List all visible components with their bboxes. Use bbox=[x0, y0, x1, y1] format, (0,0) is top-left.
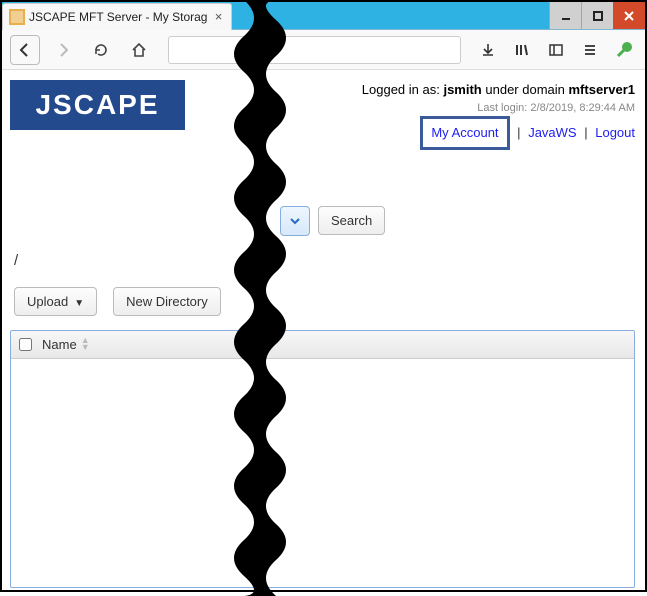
caret-down-icon: ▼ bbox=[74, 298, 84, 309]
nav-back-button[interactable] bbox=[10, 35, 40, 65]
my-account-highlight: My Account bbox=[420, 116, 509, 150]
search-row: Search bbox=[10, 206, 635, 236]
breadcrumb: / bbox=[10, 252, 635, 269]
logo: JSCAPE bbox=[10, 80, 185, 130]
table-header: Name ▲▼ bbox=[11, 331, 634, 359]
sidebar-icon[interactable] bbox=[543, 37, 569, 63]
column-header-name-label: Name bbox=[42, 337, 77, 352]
window-close-button[interactable] bbox=[613, 2, 645, 29]
window-controls bbox=[549, 2, 645, 29]
file-table: Name ▲▼ bbox=[10, 330, 635, 588]
last-login-value: 2/8/2019, 8:29:44 AM bbox=[530, 102, 635, 114]
tab-favicon bbox=[9, 9, 25, 25]
login-user: jsmith bbox=[443, 82, 481, 97]
nav-home-button[interactable] bbox=[124, 35, 154, 65]
search-dropdown[interactable] bbox=[280, 206, 310, 236]
separator: | bbox=[517, 125, 520, 140]
login-domain: mftserver1 bbox=[569, 82, 636, 97]
search-button[interactable]: Search bbox=[318, 206, 385, 235]
search-button-label: Search bbox=[331, 213, 372, 228]
login-prefix: Logged in as: bbox=[362, 82, 444, 97]
select-all-checkbox[interactable] bbox=[19, 338, 32, 351]
nav-reload-button[interactable] bbox=[86, 35, 116, 65]
tab-close-icon[interactable]: × bbox=[211, 10, 225, 24]
tab-title: JSCAPE MFT Server - My Storag bbox=[29, 10, 207, 24]
new-directory-button[interactable]: New Directory bbox=[113, 287, 221, 316]
logo-text: JSCAPE bbox=[35, 89, 159, 121]
new-directory-button-label: New Directory bbox=[126, 294, 208, 309]
sort-icon: ▲▼ bbox=[81, 337, 90, 351]
login-middle: under domain bbox=[482, 82, 569, 97]
separator: | bbox=[584, 125, 587, 140]
url-bar[interactable] bbox=[168, 36, 461, 64]
nav-forward-button[interactable] bbox=[48, 35, 78, 65]
column-header-name[interactable]: Name ▲▼ bbox=[42, 337, 90, 352]
downloads-icon[interactable] bbox=[475, 37, 501, 63]
menu-icon[interactable] bbox=[577, 37, 603, 63]
window-maximize-button[interactable] bbox=[581, 2, 613, 29]
upload-button[interactable]: Upload ▼ bbox=[14, 287, 97, 316]
upload-button-label: Upload bbox=[27, 294, 68, 309]
library-icon[interactable] bbox=[509, 37, 535, 63]
login-info: Logged in as: jsmith under domain mftser… bbox=[362, 80, 635, 150]
my-account-link[interactable]: My Account bbox=[431, 125, 498, 140]
action-row: Upload ▼ New Directory bbox=[10, 287, 635, 316]
last-login-label: Last login: bbox=[477, 102, 530, 114]
window-minimize-button[interactable] bbox=[549, 2, 581, 29]
logout-link[interactable]: Logout bbox=[595, 125, 635, 140]
page-content: JSCAPE Logged in as: jsmith under domain… bbox=[2, 70, 645, 588]
browser-tab[interactable]: JSCAPE MFT Server - My Storag × bbox=[2, 3, 232, 30]
browser-toolbar bbox=[2, 30, 645, 70]
window-titlebar: JSCAPE MFT Server - My Storag × bbox=[2, 2, 645, 30]
extension-icon[interactable] bbox=[611, 37, 637, 63]
javaws-link[interactable]: JavaWS bbox=[528, 125, 576, 140]
